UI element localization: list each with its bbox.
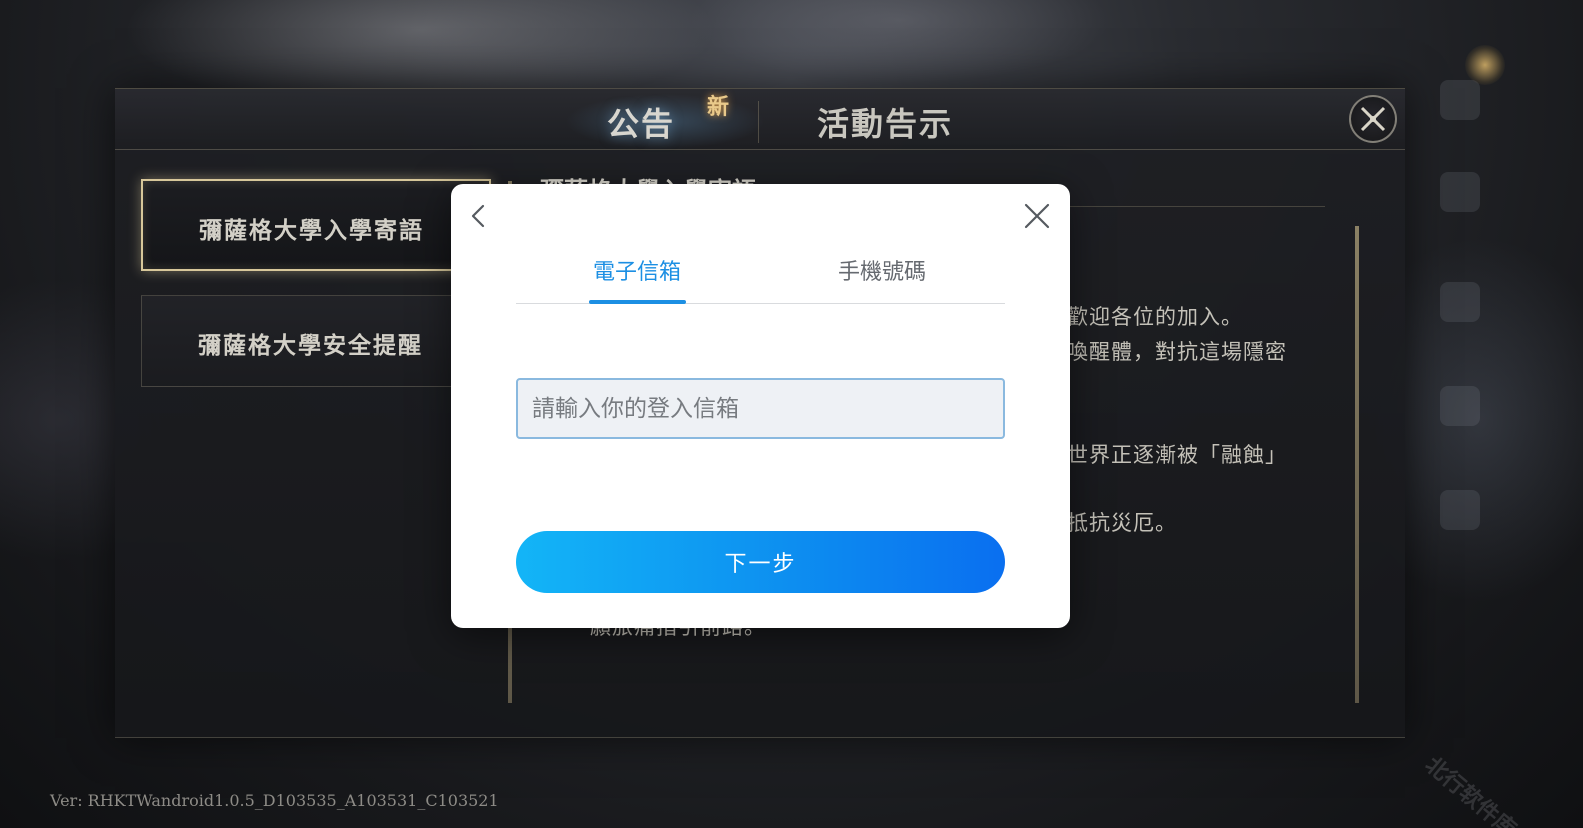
chevron-left-icon — [471, 204, 485, 228]
sidebar-item-label: 彌薩格大學入學寄語 — [199, 217, 424, 244]
game-screen: 公告 新 活動告示 彌薩格大學入學寄語 彌薩格大學安全提醒 彌薩格大學入學寄語 … — [0, 0, 1583, 828]
tab-phone[interactable]: 手機號碼 — [823, 254, 941, 288]
active-tab-indicator — [589, 300, 686, 304]
notification-orb-icon[interactable] — [1465, 45, 1505, 85]
login-dialog: 電子信箱 手機號碼 下一步 — [451, 184, 1070, 628]
content-line: 喚醒體，對抗這場隱密 — [1067, 340, 1287, 364]
globe-icon[interactable] — [1440, 386, 1480, 426]
close-x-icon — [1360, 106, 1386, 132]
settings-icon[interactable] — [1440, 490, 1480, 530]
sword-icon[interactable] — [1440, 282, 1480, 322]
tab-divider — [758, 101, 759, 143]
mail-icon[interactable] — [1440, 80, 1480, 120]
book-icon[interactable] — [1440, 172, 1480, 212]
version-label: Ver: RHKTWandroid1.0.5_D103535_A103531_C… — [50, 791, 499, 810]
panel-close-button[interactable] — [1349, 95, 1397, 143]
tab-event-notice[interactable]: 活動告示 — [817, 99, 953, 143]
content-line: 抵抗災厄。 — [1067, 511, 1177, 535]
panel-header: 公告 新 活動告示 — [115, 89, 1405, 150]
email-input[interactable] — [516, 378, 1005, 439]
close-icon — [1024, 203, 1050, 229]
new-badge: 新 — [707, 94, 730, 120]
next-step-button[interactable]: 下一步 — [516, 531, 1005, 593]
sidebar-item-safety-reminder[interactable]: 彌薩格大學安全提醒 — [141, 295, 491, 387]
content-line: 歡迎各位的加入。 — [1067, 305, 1243, 329]
tab-email[interactable]: 電子信箱 — [581, 254, 693, 288]
sidebar-item-entrance-message[interactable]: 彌薩格大學入學寄語 — [141, 179, 491, 271]
sidebar-item-label: 彌薩格大學安全提醒 — [198, 332, 423, 359]
content-scrollbar[interactable] — [1355, 226, 1359, 703]
dialog-close-button[interactable] — [1023, 202, 1051, 230]
content-line: 世界正逐漸被「融蝕」 — [1067, 443, 1287, 467]
back-button[interactable] — [467, 202, 491, 230]
tab-announcement[interactable]: 公告 — [607, 99, 675, 143]
